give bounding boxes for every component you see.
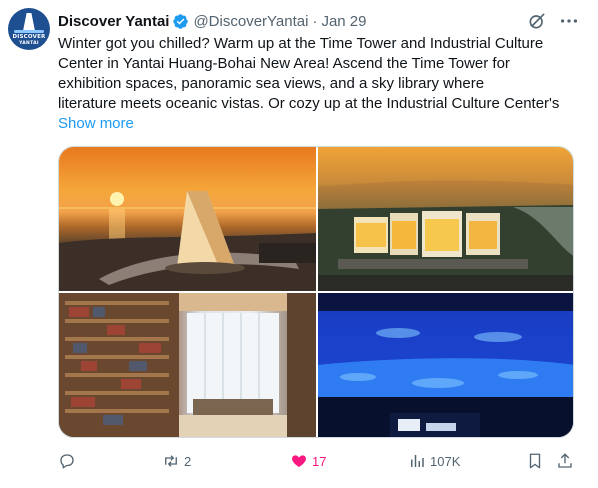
retweet-icon xyxy=(165,455,177,467)
handle[interactable]: @DiscoverYantai xyxy=(193,13,308,30)
separator-dot: · xyxy=(312,12,318,30)
ocean-exhibit-illustration xyxy=(318,293,573,437)
views-count: 107K xyxy=(430,453,461,469)
time-tower-sunset-photo[interactable] xyxy=(59,147,316,291)
verified-badge-icon xyxy=(173,13,189,29)
share-icon xyxy=(558,453,572,468)
tweet-text-line: Winter got you chilled? Warm up at the T… xyxy=(58,35,544,52)
tweet-header: Discover Yantai @DiscoverYantai · Jan 29 xyxy=(58,11,367,31)
time-tower-illustration xyxy=(59,191,316,291)
industrial-culture-center-aerial-photo[interactable] xyxy=(318,147,573,291)
grok-icon[interactable] xyxy=(527,11,547,31)
avatar-logo-subtext: YANTAI xyxy=(19,41,39,46)
tweet-actions: 2 17 107K xyxy=(58,450,588,472)
share-button[interactable] xyxy=(556,450,574,472)
tweet-text: Winter got you chilled? Warm up at the T… xyxy=(58,34,588,114)
library-illustration xyxy=(59,293,316,437)
tweet-date[interactable]: Jan 29 xyxy=(321,13,366,30)
views-icon xyxy=(411,455,424,467)
heart-filled-icon xyxy=(292,455,306,467)
show-more-link[interactable]: Show more xyxy=(58,114,134,134)
avatar-logo-text: DISCOVER xyxy=(12,34,46,40)
sky-library-photo[interactable] xyxy=(59,293,316,437)
display-name[interactable]: Discover Yantai xyxy=(58,13,169,30)
more-options-icon[interactable] xyxy=(558,11,580,31)
reply-button[interactable] xyxy=(58,450,80,472)
retweet-button[interactable]: 2 xyxy=(162,450,191,472)
immersive-ocean-exhibit-photo[interactable] xyxy=(318,293,573,437)
lighthouse-logo-icon xyxy=(23,13,35,31)
retweet-count: 2 xyxy=(184,453,192,469)
like-button[interactable]: 17 xyxy=(290,450,326,472)
like-count: 17 xyxy=(312,453,327,469)
tweet-text-line: exhibition spaces, panoramic sea views, … xyxy=(58,75,485,92)
media-grid xyxy=(58,146,574,438)
wave-logo-icon xyxy=(14,30,44,33)
tweet[interactable]: DISCOVER YANTAI Discover Yantai @Discove… xyxy=(0,0,598,488)
reply-icon xyxy=(60,454,74,469)
tweet-text-line: Center in Yantai Huang-Bohai New Area! A… xyxy=(58,55,510,72)
bookmark-button[interactable] xyxy=(526,450,544,472)
avatar[interactable]: DISCOVER YANTAI xyxy=(8,8,50,50)
bookmark-icon xyxy=(529,453,541,469)
views-button[interactable]: 107K xyxy=(408,450,460,472)
tweet-text-line: literature meets oceanic vistas. Or cozy… xyxy=(58,95,560,112)
culture-center-illustration xyxy=(318,180,573,291)
